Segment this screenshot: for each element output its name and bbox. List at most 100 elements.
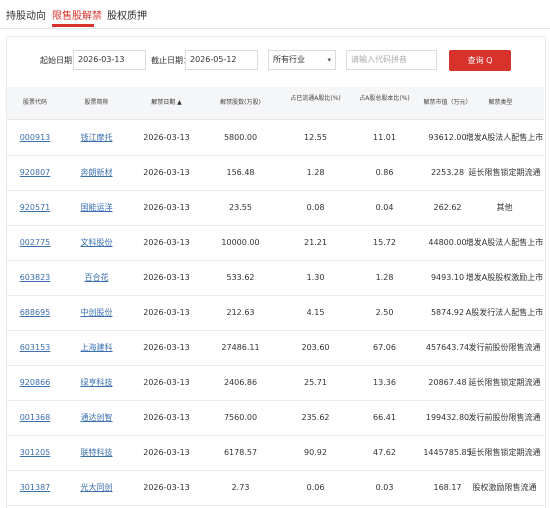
cell-name[interactable]: 国能运洋 xyxy=(63,190,130,225)
cell-type: 增发A股法人配售上市 xyxy=(465,133,544,142)
cell-date: 2026-03-13 xyxy=(143,133,190,142)
cell-name[interactable]: 联特科技 xyxy=(63,435,130,470)
cell-total-ratio: 15.72 xyxy=(373,238,396,247)
cell-total-ratio: 0.03 xyxy=(375,483,394,492)
tab-holdings[interactable]: 持股动向 xyxy=(6,7,46,22)
cell-float-ratio: 1.30 xyxy=(306,273,325,282)
cell-float-ratio: 90.92 xyxy=(304,448,327,457)
cell-shares: 156.48 xyxy=(226,168,255,177)
cell-name[interactable]: 钱江摩托 xyxy=(63,120,130,155)
cell-code[interactable]: 002775 xyxy=(7,225,63,260)
cell-shares: 6178.57 xyxy=(223,448,258,457)
table-row[interactable]: 001368 通达创智 2026-03-13 7560.00 235.62 66.41 19… xyxy=(7,400,544,436)
cell-code[interactable]: 000913 xyxy=(7,120,63,155)
start-date-input[interactable]: 2026-03-13 xyxy=(73,50,146,70)
cell-float-ratio: 203.60 xyxy=(301,343,330,352)
cell-name[interactable]: 通达创智 xyxy=(63,400,130,435)
tab-bar: 持股动向 限售股解禁 股权质押 xyxy=(0,0,550,29)
cell-date: 2026-03-13 xyxy=(143,378,190,387)
cell-code[interactable]: 603153 xyxy=(7,330,63,365)
cell-name[interactable]: 上海建科 xyxy=(63,330,130,365)
table-row[interactable]: 603153 上海建科 2026-03-13 27486.11 203.60 67.06 4… xyxy=(7,330,544,366)
cell-code[interactable]: 688695 xyxy=(7,295,63,330)
cell-float-ratio: 0.08 xyxy=(306,203,325,212)
cell-code[interactable]: 920866 xyxy=(7,365,63,400)
cell-total-ratio: 0.86 xyxy=(375,168,394,177)
cell-float-ratio: 21.21 xyxy=(304,238,327,247)
cell-date: 2026-03-13 xyxy=(143,448,190,457)
table-row[interactable]: 920807 奔朗新材 2026-03-13 156.48 1.28 0.86 2253.2… xyxy=(7,155,544,191)
col-header-unlock-date[interactable]: 解禁日期 ▲ xyxy=(130,99,203,107)
tab-equity-pledge[interactable]: 股权质押 xyxy=(107,7,147,22)
cell-date: 2026-03-13 xyxy=(143,238,190,247)
industry-select[interactable]: 所有行业 ▾ xyxy=(268,50,336,70)
industry-select-value: 所有行业 xyxy=(273,55,305,64)
cell-shares: 212.63 xyxy=(226,308,255,317)
cell-total-ratio: 47.62 xyxy=(373,448,396,457)
cell-code[interactable]: 301387 xyxy=(7,470,63,505)
query-button[interactable]: 查询 Q xyxy=(449,50,511,71)
table-row[interactable]: 920866 绿亨科技 2026-03-13 2406.86 25.71 13.36 208… xyxy=(7,365,544,401)
cell-date: 2026-03-13 xyxy=(143,483,190,492)
cell-type: 延长限售锁定期流通 xyxy=(468,168,541,177)
cell-name[interactable]: 绿亨科技 xyxy=(63,365,130,400)
table-row[interactable]: 000913 钱江摩托 2026-03-13 5800.00 12.55 11.01 936… xyxy=(7,120,544,156)
cell-shares: 10000.00 xyxy=(221,238,260,247)
col-header-unlock-shares[interactable]: 解禁股数(万股) xyxy=(203,99,278,107)
cell-code[interactable]: 920807 xyxy=(7,155,63,190)
cell-total-ratio: 0.04 xyxy=(375,203,394,212)
cell-name[interactable]: 百合花 xyxy=(63,260,130,295)
active-tab-indicator xyxy=(52,24,94,27)
cell-date: 2026-03-13 xyxy=(143,203,190,212)
cell-total-ratio: 1.28 xyxy=(375,273,394,282)
cell-shares: 27486.11 xyxy=(221,343,260,352)
col-header-name[interactable]: 股票简称 xyxy=(63,99,130,107)
cell-total-ratio: 11.01 xyxy=(373,133,396,142)
cell-shares: 533.62 xyxy=(226,273,255,282)
cell-type: 增发A股股权激励上市 xyxy=(465,273,544,282)
cell-type: 延长限售锁定期流通 xyxy=(468,448,541,457)
cell-shares: 7560.00 xyxy=(223,413,258,422)
cell-type: 股权激励限售流通 xyxy=(472,483,537,492)
cell-code[interactable]: 920571 xyxy=(7,190,63,225)
cell-type: 其他 xyxy=(496,203,513,212)
cell-total-ratio: 13.36 xyxy=(373,378,396,387)
cell-type: 发行前股份限售流通 xyxy=(468,343,541,352)
col-header-unlock-type[interactable]: 解禁类型 xyxy=(457,99,544,107)
table-header: 股票代码 股票简称 解禁日期 ▲ 解禁股数(万股) 占已流通A股比(%) 占A股… xyxy=(7,87,544,120)
cell-date: 2026-03-13 xyxy=(143,308,190,317)
table-row[interactable]: 920571 国能运洋 2026-03-13 23.55 0.08 0.04 262.62 其… xyxy=(7,190,544,226)
table-row[interactable]: 688695 中创股份 2026-03-13 212.63 4.15 2.50 5874.9… xyxy=(7,295,544,331)
table-row[interactable]: 301387 光大同创 2026-03-13 2.73 0.06 0.03 168.17 股权… xyxy=(7,470,544,506)
cell-code[interactable]: 301205 xyxy=(7,435,63,470)
cell-shares: 2.73 xyxy=(231,483,250,492)
table-row[interactable]: 002775 文科股份 2026-03-13 10000.00 21.21 15.72 44… xyxy=(7,225,544,261)
col-header-code[interactable]: 股票代码 xyxy=(7,99,63,107)
cell-code[interactable]: 001368 xyxy=(7,400,63,435)
cell-type: A股发行法人配售上市 xyxy=(465,308,544,317)
cell-date: 2026-03-13 xyxy=(143,273,190,282)
cell-shares: 5800.00 xyxy=(223,133,258,142)
table-row[interactable]: 301205 联特科技 2026-03-13 6178.57 90.92 47.62 144… xyxy=(7,435,544,471)
cell-code[interactable]: 603823 xyxy=(7,260,63,295)
cell-name[interactable]: 中创股份 xyxy=(63,295,130,330)
cell-date: 2026-03-13 xyxy=(143,413,190,422)
cell-date: 2026-03-13 xyxy=(143,168,190,177)
cell-name[interactable]: 奔朗新材 xyxy=(63,155,130,190)
col-header-float-ratio[interactable]: 占已流通A股比(%) xyxy=(278,95,353,103)
col-header-total-ratio[interactable]: 占A股总股本比(%) xyxy=(353,95,416,103)
cell-total-ratio: 66.41 xyxy=(373,413,396,422)
cell-float-ratio: 1.28 xyxy=(306,168,325,177)
cell-float-ratio: 0.06 xyxy=(306,483,325,492)
end-date-input[interactable]: 2026-05-12 xyxy=(185,50,258,70)
table-row[interactable]: 603823 百合花 2026-03-13 533.62 1.30 1.28 9493.10… xyxy=(7,260,544,296)
cell-name[interactable]: 光大同创 xyxy=(63,470,130,505)
cell-float-ratio: 12.55 xyxy=(304,133,327,142)
cell-total-ratio: 67.06 xyxy=(373,343,396,352)
cell-name[interactable]: 文科股份 xyxy=(63,225,130,260)
cell-total-ratio: 2.50 xyxy=(375,308,394,317)
cell-shares: 23.55 xyxy=(229,203,252,212)
tab-restricted-unlock[interactable]: 限售股解禁 xyxy=(52,7,102,22)
cell-float-ratio: 235.62 xyxy=(301,413,330,422)
code-search-input[interactable]: 请输入代码拼音 xyxy=(346,50,437,70)
